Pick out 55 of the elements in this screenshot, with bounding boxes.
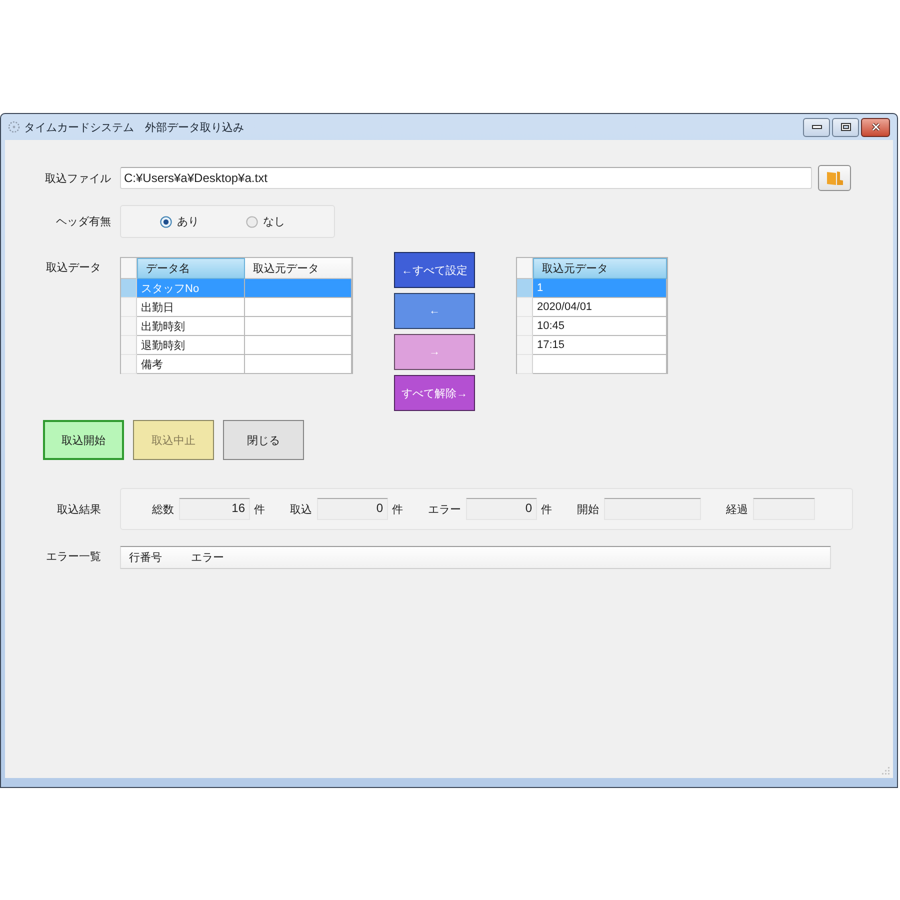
value-field[interactable]: 0 [466,498,537,520]
value-field[interactable]: 0 [317,498,388,520]
radio-option[interactable]: なし [246,214,312,229]
close-button[interactable] [861,118,890,136]
column-header[interactable]: データ名 [137,258,245,279]
close-icon [870,123,880,131]
resize-grip-icon[interactable] [881,766,890,775]
table-row[interactable]: 備考 [121,355,352,374]
unit-label: 件 [254,502,265,516]
minimize-icon [812,123,822,131]
table-row[interactable]: 出勤時刻 [121,317,352,336]
result-label: 取込 [290,502,312,516]
table-row[interactable]: 出勤日 [121,298,352,317]
result-label: 総数 [152,502,174,516]
table-cell: 出勤時刻 [137,317,245,336]
row-header [517,279,533,298]
column-header[interactable]: 取込元データ [245,258,352,279]
column-header[interactable]: 行番号 [121,550,191,565]
minimize-button[interactable] [803,118,830,136]
field-label: ヘッダ有無 [55,215,111,229]
row-header [121,279,137,298]
field-label: 取込データ [45,261,102,275]
radio-option[interactable]: あり [160,214,226,229]
result-label: 開始 [577,502,599,516]
value-field[interactable] [604,498,701,520]
maximize-button[interactable] [832,118,859,136]
field-label: 取込ファイル [44,172,111,186]
table-cell: 退勤時刻 [137,336,245,355]
folder-icon [826,171,842,185]
table-cell: 出勤日 [137,298,245,317]
browse-button[interactable] [818,165,851,191]
result-label: 経過 [726,502,748,516]
file-path-field[interactable]: C:¥Users¥a¥Desktop¥a.txt [120,167,812,189]
table-row[interactable]: 退勤時刻 [121,336,352,355]
table-row[interactable] [517,355,667,374]
result-label: エラー [428,502,461,516]
field-label: エラー一覧 [45,550,102,564]
radio-icon [246,216,258,228]
value-field[interactable]: 16 [179,498,250,520]
radio-icon [160,216,172,228]
window-title: タイムカードシステム 外部データ取り込み [24,120,244,134]
table-cell: スタッフNo [137,279,245,298]
transfer-button[interactable]: ←すべて設定 [394,252,475,288]
value-field[interactable] [753,498,815,520]
transfer-button[interactable]: すべて解除→ [394,375,475,411]
unit-label: 件 [392,502,403,516]
column-header[interactable]: エラー [191,550,224,565]
table-cell: 備考 [137,355,245,374]
dotted-circle-icon [8,121,20,133]
column-header[interactable]: 取込元データ [533,258,667,279]
field-label: 取込結果 [56,502,102,516]
unit-label: 件 [541,502,552,516]
maximize-icon [840,123,850,131]
action-button[interactable]: 取込開始 [43,420,124,460]
action-button[interactable]: 閉じる [223,420,304,460]
